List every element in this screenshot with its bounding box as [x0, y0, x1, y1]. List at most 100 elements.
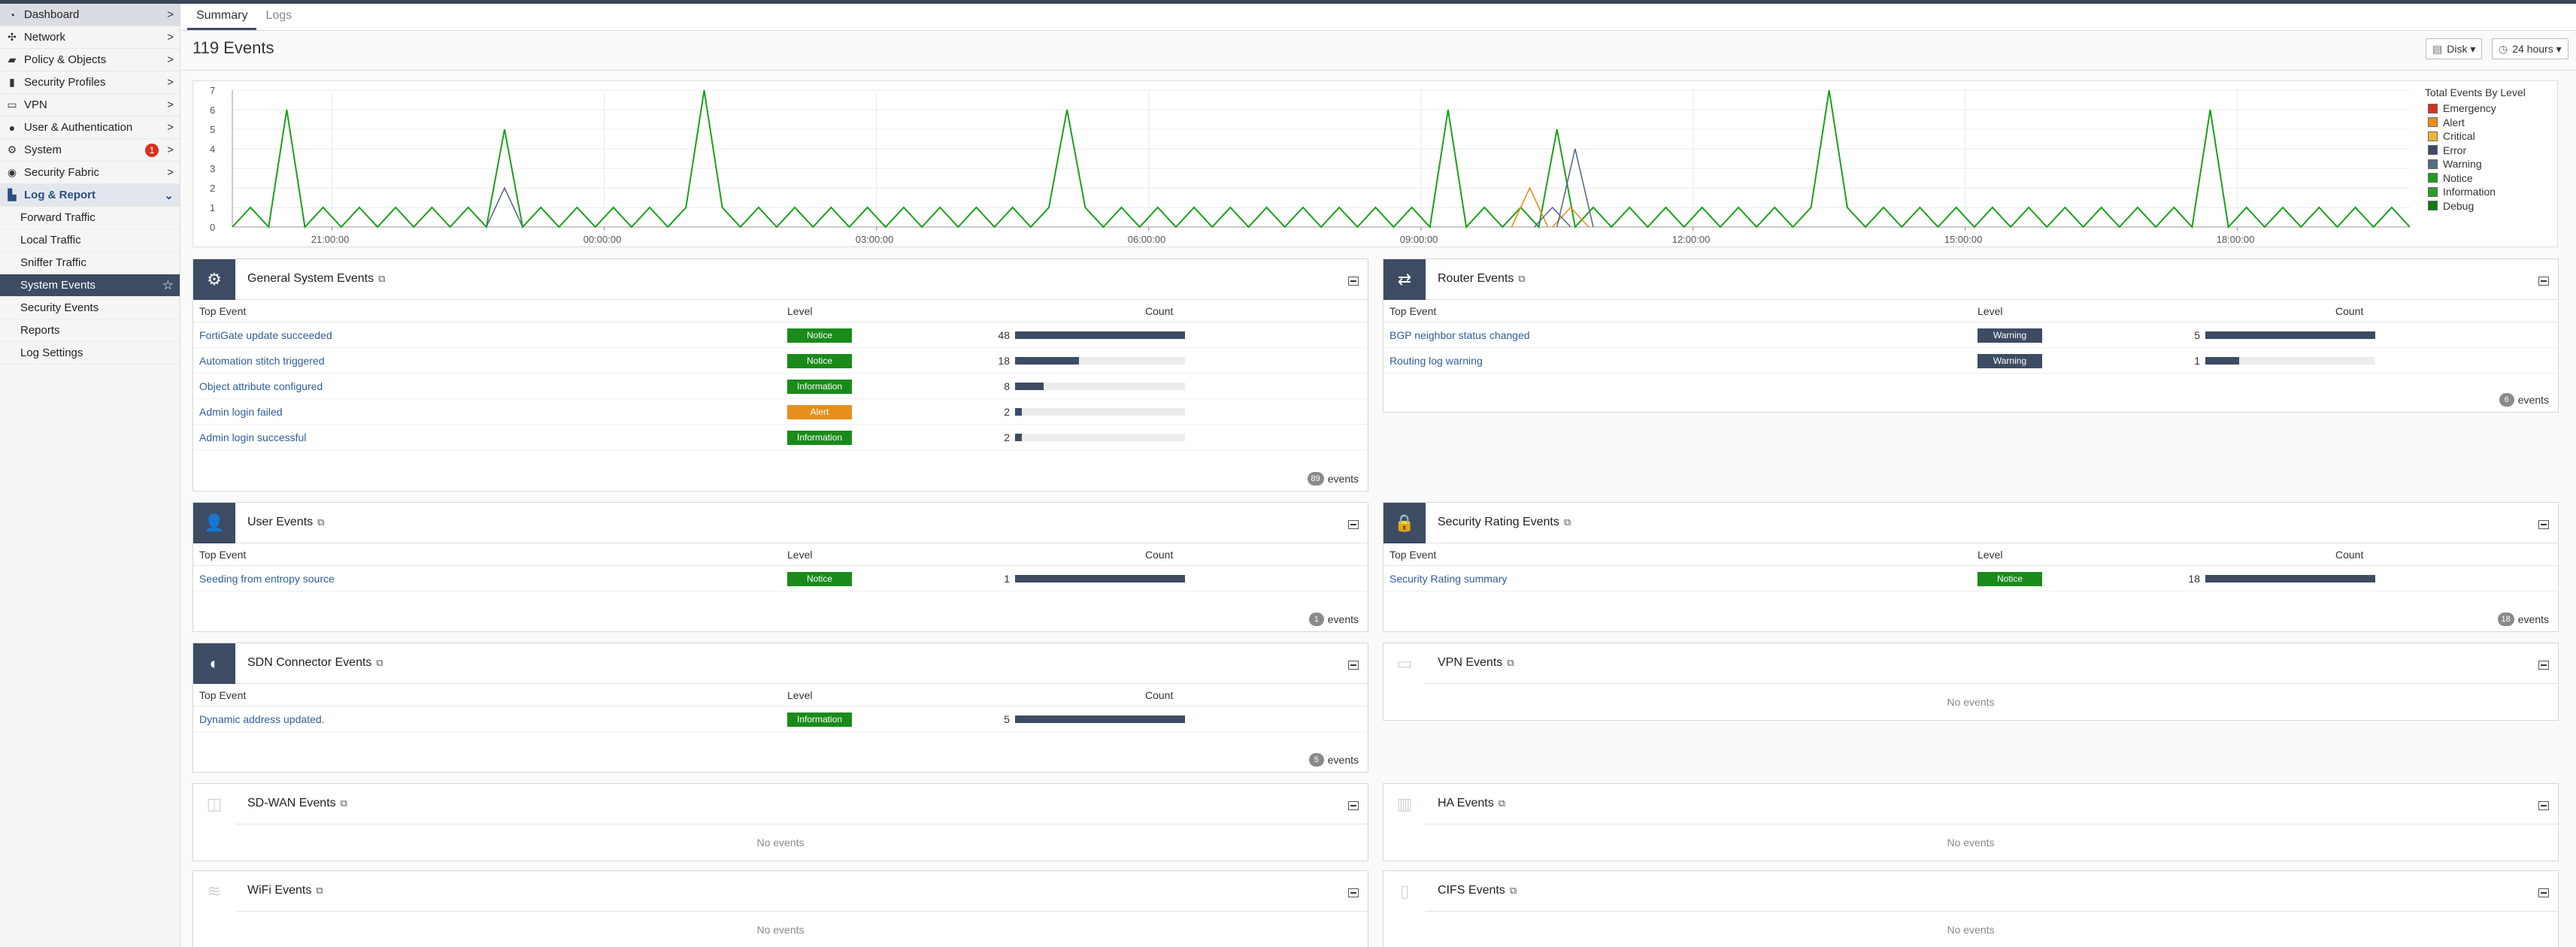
- sidebar-item-user-authentication[interactable]: ● User & Authentication >: [0, 116, 180, 139]
- sidebar-subitem-sniffer-traffic[interactable]: Sniffer Traffic: [0, 252, 180, 274]
- disk-dropdown[interactable]: ▤ Disk ▾: [2426, 38, 2483, 59]
- external-link-icon[interactable]: ⧉: [316, 885, 323, 896]
- event-link[interactable]: Admin login successful: [199, 431, 306, 443]
- sidebar-item-security-profiles[interactable]: ▮ Security Profiles >: [0, 71, 180, 94]
- event-link[interactable]: Object attribute configured: [199, 380, 323, 392]
- event-link[interactable]: FortiGate update succeeded: [199, 329, 332, 341]
- sidebar-item-system[interactable]: ⚙ System 1 >: [0, 139, 180, 162]
- legend-item[interactable]: Warning: [2428, 157, 2526, 171]
- widget-title[interactable]: CIFS Events ⧉: [1438, 884, 1517, 897]
- widget-title[interactable]: SD-WAN Events ⧉: [247, 797, 347, 810]
- widget-title[interactable]: General System Events ⧉: [247, 272, 385, 286]
- chevron-right-icon: >: [167, 166, 174, 179]
- external-link-icon[interactable]: ⧉: [1499, 797, 1505, 809]
- external-link-icon[interactable]: ⧉: [317, 516, 324, 528]
- tab-summary[interactable]: Summary: [187, 9, 257, 30]
- external-link-icon[interactable]: ⧉: [376, 657, 383, 668]
- count-value: 1: [2194, 355, 2200, 367]
- legend-item[interactable]: Alert: [2428, 116, 2526, 130]
- no-events-text: No events: [756, 837, 805, 849]
- legend-item[interactable]: Emergency: [2428, 101, 2526, 116]
- user-events-icon: 👤: [193, 503, 235, 543]
- external-link-icon[interactable]: ⧉: [341, 797, 347, 809]
- router-events-icon: ⇄: [1383, 259, 1426, 300]
- network-icon: ✣: [8, 31, 17, 43]
- user-events-widget: 👤 User Events ⧉ Top Event Level Count Seeding …: [192, 502, 1368, 632]
- lock-icon: ▮: [9, 76, 15, 88]
- external-link-icon[interactable]: ⧉: [1507, 657, 1514, 668]
- sidebar-item-log-report[interactable]: ▙ Log & Report ⌄: [0, 184, 180, 207]
- widget-header: ▥ HA Events ⧉: [1383, 784, 2558, 824]
- external-link-icon[interactable]: ⧉: [378, 273, 385, 284]
- count-bar-fill: [1015, 357, 1079, 365]
- legend-item[interactable]: Error: [2428, 144, 2526, 158]
- widget-title[interactable]: SDN Connector Events ⧉: [247, 656, 383, 670]
- events-count-pill: 1: [1308, 613, 1324, 626]
- widget-title[interactable]: Router Events ⧉: [1438, 272, 1526, 286]
- events-total: 1 events: [1308, 613, 1359, 626]
- sidebar-item-policy-objects[interactable]: ▰ Policy & Objects >: [0, 49, 180, 71]
- minimize-button[interactable]: [1348, 888, 1359, 897]
- wifi-events-widget: ≋ WiFi Events ⧉ No events: [192, 870, 1368, 947]
- minimize-button[interactable]: [1348, 661, 1359, 670]
- sidebar-item-vpn[interactable]: ▭ VPN >: [0, 94, 180, 116]
- sidebar-item-label: Network: [24, 31, 66, 44]
- event-link[interactable]: Automation stitch triggered: [199, 355, 325, 367]
- sidebar-subitem-security-events[interactable]: Security Events: [0, 297, 180, 319]
- sidebar-subitem-system-events[interactable]: System Events ☆: [0, 274, 180, 297]
- ha-events-widget: ▥ HA Events ⧉ No events: [1383, 783, 2559, 861]
- sd-wan-events-widget: ◫ SD-WAN Events ⧉ No events: [192, 783, 1368, 861]
- widget-title[interactable]: User Events ⧉: [247, 516, 324, 529]
- tab-bar: Summary Logs: [181, 4, 2576, 31]
- star-icon[interactable]: ☆: [162, 278, 174, 293]
- event-link[interactable]: Seeding from entropy source: [199, 573, 335, 585]
- minimize-button[interactable]: [2538, 277, 2549, 286]
- count-bar: [2205, 357, 2375, 365]
- external-link-icon[interactable]: ⧉: [1564, 516, 1571, 528]
- sidebar-subitem-label: System Events: [20, 279, 96, 292]
- event-link[interactable]: BGP neighbor status changed: [1390, 329, 1530, 341]
- legend-label: Notice: [2443, 171, 2473, 184]
- widget-title[interactable]: HA Events ⧉: [1438, 797, 1505, 810]
- minimize-button[interactable]: [2538, 661, 2549, 670]
- legend-item[interactable]: Debug: [2428, 199, 2526, 213]
- events-count-pill: 5: [1308, 753, 1324, 767]
- minimize-button[interactable]: [2538, 801, 2549, 810]
- table-header: Top Event Level Count: [193, 684, 1368, 706]
- event-link[interactable]: Routing log warning: [1390, 355, 1483, 367]
- widget-title[interactable]: VPN Events ⧉: [1438, 656, 1514, 670]
- event-link[interactable]: Admin login failed: [199, 406, 283, 418]
- sidebar-subitem-local-traffic[interactable]: Local Traffic: [0, 229, 180, 252]
- external-link-icon[interactable]: ⧉: [1518, 273, 1525, 284]
- event-link[interactable]: Dynamic address updated.: [199, 713, 325, 725]
- widget-title[interactable]: Security Rating Events ⧉: [1438, 516, 1571, 529]
- y-tick-label: 7: [210, 85, 215, 96]
- count-value: 48: [998, 329, 1010, 341]
- count-value: 2: [1004, 406, 1010, 418]
- legend-item[interactable]: Critical: [2428, 129, 2526, 144]
- legend-item[interactable]: Notice: [2428, 171, 2526, 186]
- sidebar-item-security-fabric[interactable]: ◉ Security Fabric >: [0, 162, 180, 184]
- count-bar-fill: [1015, 716, 1185, 723]
- minimize-button[interactable]: [2538, 520, 2549, 529]
- events-total: 18 events: [2497, 613, 2549, 626]
- minimize-button[interactable]: [1348, 801, 1359, 810]
- tab-logs[interactable]: Logs: [256, 9, 301, 30]
- cifs-events-icon: ▯: [1383, 871, 1426, 912]
- minimize-button[interactable]: [1348, 277, 1359, 286]
- legend-item[interactable]: Information: [2428, 185, 2526, 199]
- fabric-icon: ◉: [7, 166, 17, 178]
- sidebar-item-dashboard[interactable]: ◔ Dashboard >: [0, 4, 180, 26]
- time-range-dropdown[interactable]: ◷ 24 hours ▾: [2492, 38, 2568, 59]
- sidebar-item-reports[interactable]: Reports: [0, 319, 180, 342]
- sidebar-item-network[interactable]: ✣ Network >: [0, 26, 180, 49]
- sidebar-subitem-forward-traffic[interactable]: Forward Traffic: [0, 207, 180, 229]
- sidebar-item-log-settings[interactable]: Log Settings: [0, 342, 180, 365]
- minimize-button[interactable]: [1348, 520, 1359, 529]
- chevron-right-icon: >: [167, 98, 174, 111]
- col-top-event: Top Event: [199, 305, 247, 317]
- external-link-icon[interactable]: ⧉: [1510, 885, 1517, 896]
- widget-title[interactable]: WiFi Events ⧉: [247, 884, 323, 897]
- minimize-button[interactable]: [2538, 888, 2549, 897]
- event-link[interactable]: Security Rating summary: [1390, 573, 1507, 585]
